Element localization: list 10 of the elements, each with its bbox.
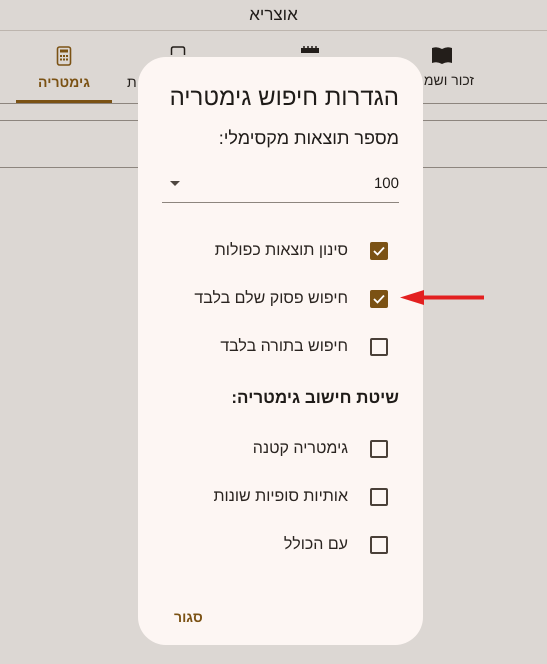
option-label: עם הכולל [284, 536, 348, 554]
section-heading: שיטת חישוב גימטריה: [230, 388, 399, 408]
window-title: אוצריא [249, 5, 298, 25]
dialog-title: הגדרות חיפוש גימטריה [168, 84, 399, 112]
option-label: אותיות סופיות שונות [213, 488, 348, 506]
option-label: חיפוש בתורה בלבד [220, 338, 348, 356]
field-label: מספר תוצאות מקסימלי: [218, 128, 399, 149]
option-label: סינון תוצאות כפולות [214, 242, 348, 260]
option-label: גימטריה קטנה [252, 440, 348, 458]
option-label: חיפוש פסוק שלם בלבד [194, 290, 348, 308]
